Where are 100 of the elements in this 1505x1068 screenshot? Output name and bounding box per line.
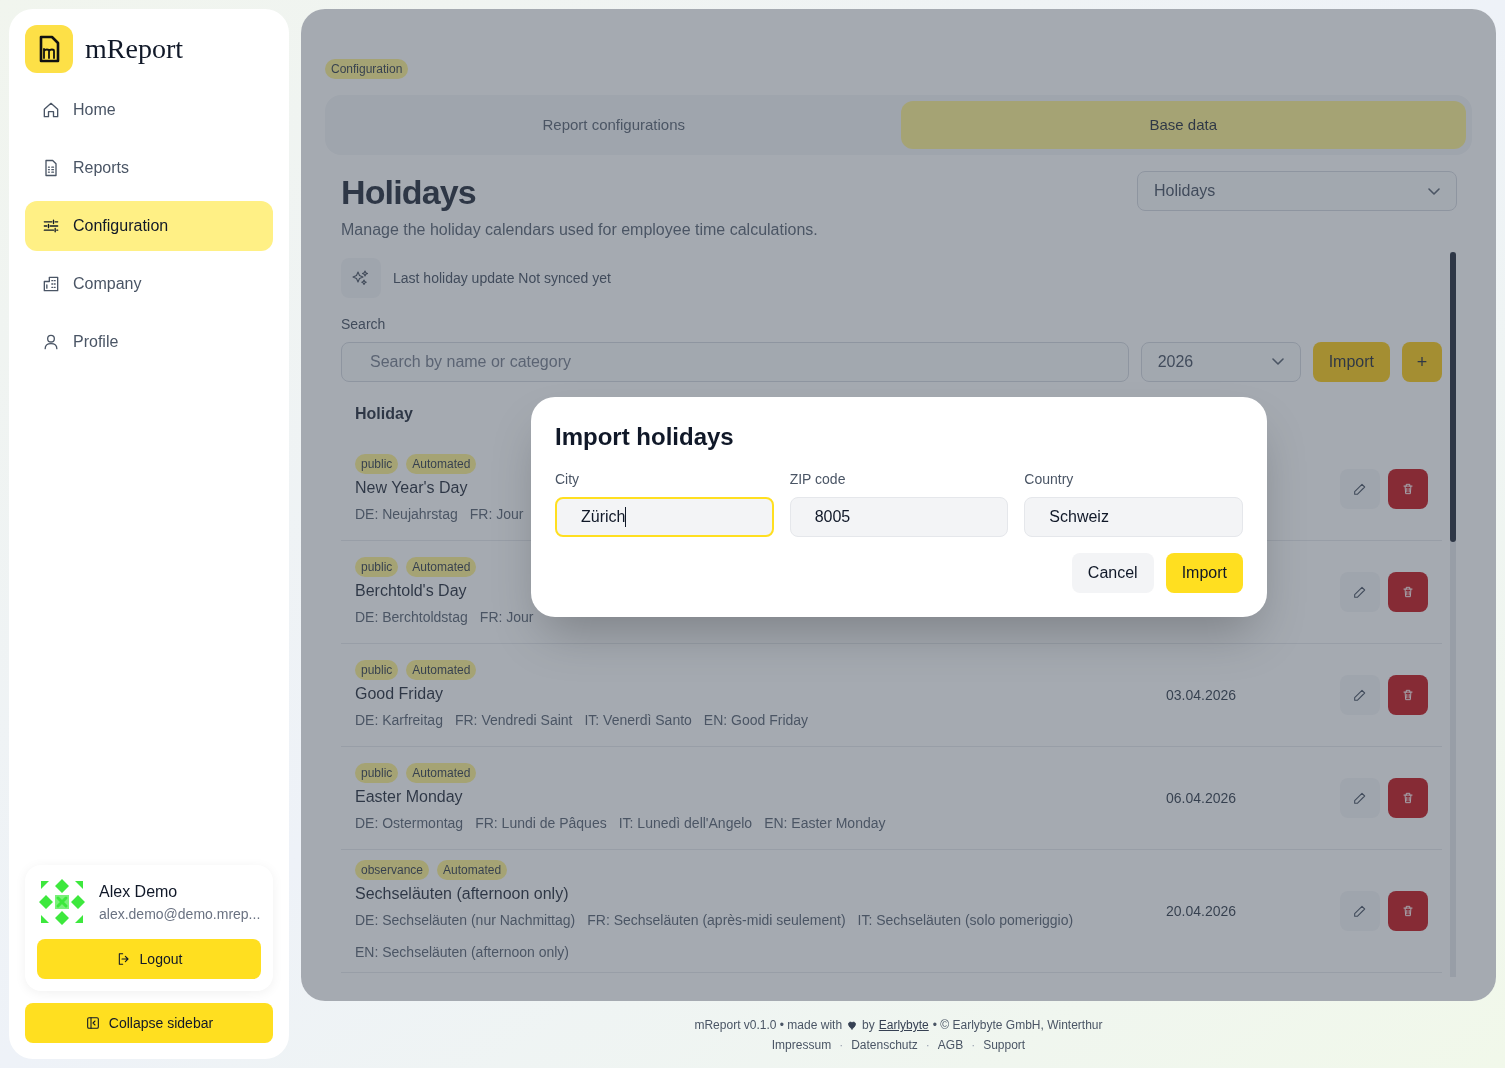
delete-button[interactable] [1388,674,1428,715]
column-header: Holiday [355,403,414,424]
translation: IT: Venerdì Santo [584,710,692,730]
translation: FR: Lundi de Pâques [475,813,607,833]
footer-link[interactable]: Impressum [771,1037,832,1053]
edit-button[interactable] [1340,468,1380,509]
dialog-title: Import holidays [555,422,735,452]
trash-icon [1401,481,1415,496]
page-subtitle: Manage the holiday calendars used for employee time calculations. [341,219,818,240]
nav-item[interactable]: Home [25,85,273,135]
holiday-name: Easter Monday [355,786,463,807]
sparkle-icon [341,257,381,298]
translation: DE: Ostermontag [355,813,464,833]
add-button[interactable]: + [1402,341,1442,382]
nav-item[interactable]: Configuration [25,201,273,251]
separator-dot: · [971,1037,976,1053]
translation: EN: Sechseläuten (afternoon only) [355,942,569,962]
tag: public [355,659,399,680]
translation: FR: Jour [479,607,534,627]
footer-link[interactable]: Earlybyte [878,1017,929,1033]
trash-icon [1401,903,1415,918]
footer-link[interactable]: AGB [937,1037,964,1053]
field-label: City [555,470,581,489]
translation: DE: Karfreitag [355,710,443,730]
search-field[interactable]: Search by name or category [341,341,1129,382]
user-name: Alex Demo [99,882,179,902]
import-button[interactable]: Import [1312,341,1390,382]
delete-button[interactable] [1388,468,1428,509]
footer-link[interactable]: Support [983,1037,1026,1053]
holiday-date: 20.04.2026 [1166,902,1237,919]
footer-link[interactable]: Datenschutz [851,1037,918,1053]
translation: DE: Neujahrstag [355,504,458,524]
translation: DE: Berchtoldstag [355,607,468,627]
page-title: Holidays [341,172,477,213]
tag: Automated [437,859,508,880]
holiday-name: Good Friday [355,683,444,704]
collapse-sidebar-button[interactable]: Collapse sidebar [25,1003,273,1043]
building-icon [41,274,61,294]
delete-button[interactable] [1388,777,1428,818]
tag: public [355,556,399,577]
trash-icon [1401,584,1415,599]
input-field[interactable]: 8005 [789,497,1009,537]
footer-text: • © Earlybyte GmbH, Winterthur [932,1017,1103,1033]
avatar-icon [37,877,87,927]
input-field[interactable]: Schweiz [1024,497,1243,537]
heart-icon [846,1019,859,1031]
tag: observance [355,859,430,880]
translation: FR: Vendredi Saint [454,710,573,730]
nav-item[interactable]: Profile [25,317,273,367]
footer-text: by [862,1017,875,1033]
trash-icon [1401,790,1415,805]
home-icon [41,100,61,120]
nav-item[interactable]: Company [25,259,273,309]
logo-icon [25,25,73,73]
user-email: alex.demo@demo.mrep... [99,905,261,924]
nav-item[interactable]: Reports [25,143,273,193]
sidebar-collapse-icon [84,1015,101,1031]
confirm-import-button[interactable]: Import [1165,553,1243,593]
tag: Automated [406,659,477,680]
chevron-down-icon [1271,358,1284,365]
cancel-button[interactable]: Cancel [1071,553,1154,593]
edit-button[interactable] [1340,571,1380,612]
translation: IT: Lunedì dell'Angelo [618,813,753,833]
translation: DE: Sechseläuten (nur Nachmittag) [355,910,576,930]
delete-button[interactable] [1388,571,1428,612]
translation: EN: Good Friday [703,710,809,730]
separator-dot: · [839,1037,844,1053]
breadcrumb[interactable]: Configuration [325,59,409,79]
year-select[interactable]: 2026 [1140,341,1301,382]
separator-dot: · [925,1037,930,1053]
brand-name: mReport [85,32,183,66]
translation: FR: Jour [469,504,524,524]
holiday-name: New Year's Day [355,477,468,498]
holiday-name: Sechseläuten (afternoon only) [355,883,569,904]
holiday-date: 03.04.2026 [1166,686,1237,703]
scrollbar[interactable] [1450,251,1456,977]
section-select[interactable]: Holidays [1137,171,1457,211]
tab[interactable]: Base data [900,101,1466,149]
edit-button[interactable] [1340,890,1380,931]
trash-icon [1401,687,1415,702]
edit-button[interactable] [1340,674,1380,715]
sync-status: Last holiday update Not synced yet [393,268,611,288]
holiday-date: 06.04.2026 [1166,789,1237,806]
tag: public [355,453,399,474]
input-field[interactable]: Zürich [555,497,774,537]
holiday-name: Berchtold's Day [355,580,467,601]
field-label: Country [1024,470,1075,489]
delete-button[interactable] [1388,890,1428,931]
search-label: Search [341,314,387,334]
chevron-down-icon [1428,187,1440,195]
translation: FR: Sechseläuten (après-midi seulement) [587,910,846,930]
logout-button[interactable]: Logout [37,939,261,979]
tag: Automated [406,556,477,577]
tag: Automated [406,453,477,474]
field-label: ZIP code [789,470,847,489]
translation: IT: Sechseläuten (solo pomeriggio) [857,910,1074,930]
footer-text: mReport v0.1.0 • made with [694,1017,843,1033]
edit-button[interactable] [1340,777,1380,818]
tag: public [355,762,399,783]
tag: Automated [406,762,477,783]
